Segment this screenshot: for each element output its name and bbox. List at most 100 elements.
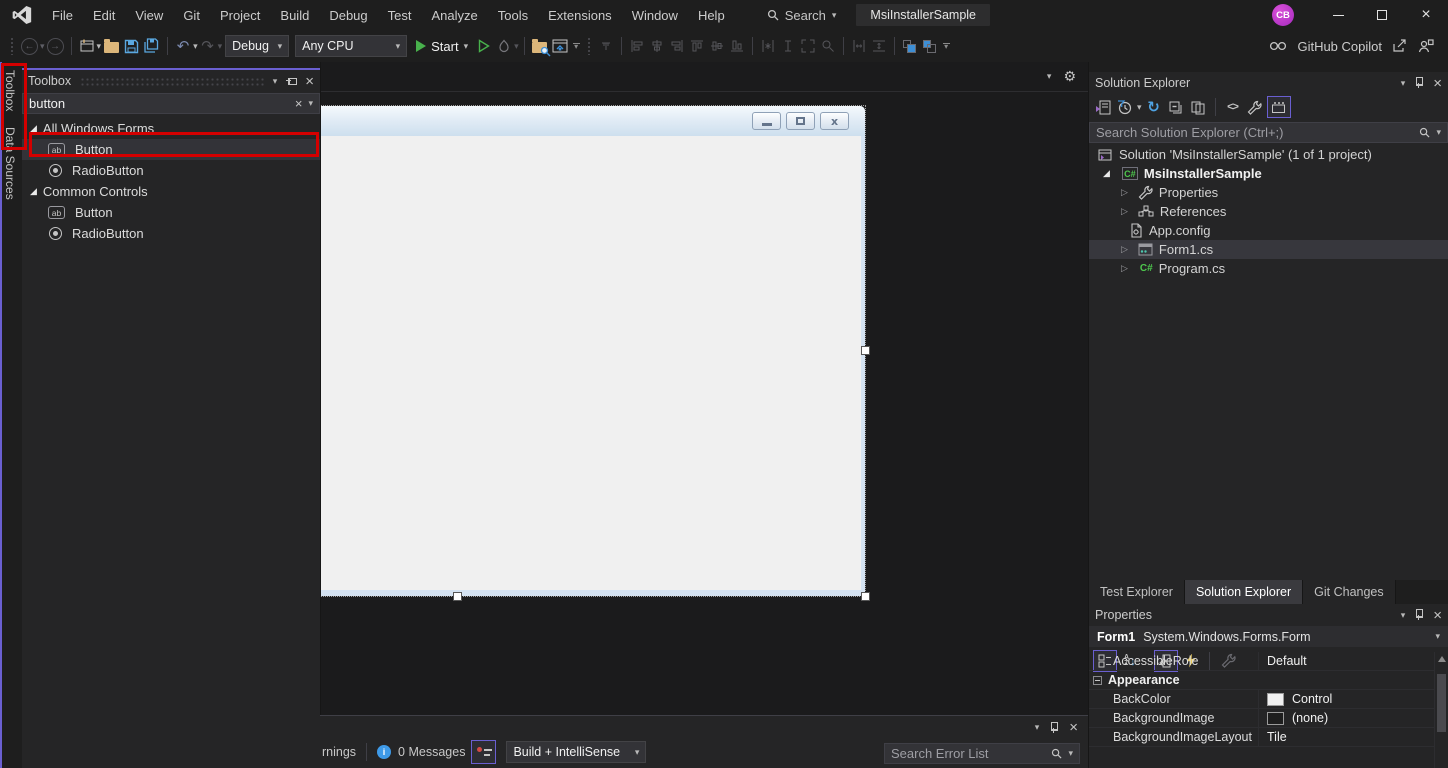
window-position-icon[interactable]: ▾	[1401, 79, 1406, 88]
new-project-button[interactable]	[77, 34, 97, 58]
properties-button[interactable]	[1245, 95, 1265, 119]
menu-project[interactable]: Project	[210, 4, 270, 27]
pending-changes-filter-button[interactable]	[1115, 95, 1135, 119]
toolbox-item-radiobutton-2[interactable]: RadioButton	[22, 223, 320, 244]
solution-name-badge[interactable]: MsiInstallerSample	[856, 4, 990, 26]
start-without-debugging-button[interactable]	[474, 34, 494, 58]
collapse-all-button[interactable]	[1166, 95, 1186, 119]
switch-views-button[interactable]	[1093, 95, 1113, 119]
window-position-icon[interactable]: ▾	[1035, 723, 1040, 732]
close-icon[interactable]: ×	[1069, 720, 1078, 735]
pin-icon[interactable]	[285, 76, 297, 86]
close-icon[interactable]: ×	[1433, 76, 1442, 91]
start-debugging-button[interactable]: Start ▾	[410, 39, 474, 54]
menu-edit[interactable]: Edit	[83, 4, 125, 27]
menu-debug[interactable]: Debug	[319, 4, 377, 27]
undo-button[interactable]: ↶	[173, 34, 193, 58]
scrollbar-thumb[interactable]	[1437, 674, 1446, 732]
category-row-appearance[interactable]: Appearance	[1089, 671, 1448, 690]
expander-collapsed-icon[interactable]: ▷	[1121, 263, 1128, 274]
property-row-backcolor[interactable]: BackColor Control	[1089, 690, 1448, 709]
toolbox-group-all-windows-forms[interactable]: ◢ All Windows Forms	[22, 118, 320, 139]
expander-open-icon[interactable]: ◢	[30, 123, 37, 134]
tree-node-project[interactable]: ◢ C# MsiInstallerSample	[1089, 164, 1448, 183]
design-form[interactable]: x	[320, 106, 865, 596]
pin-icon[interactable]	[1414, 77, 1424, 89]
property-row-accessiblerole[interactable]: AccessibleRole Default	[1089, 652, 1448, 671]
chevron-down-icon[interactable]: ▾	[308, 99, 313, 108]
menu-build[interactable]: Build	[270, 4, 319, 27]
sidebar-tab-toolbox[interactable]: Toolbox	[0, 62, 20, 119]
pin-icon[interactable]	[1414, 609, 1424, 621]
tree-node-program[interactable]: ▷ C# Program.cs	[1089, 259, 1448, 278]
resize-handle-right[interactable]	[861, 346, 870, 355]
error-list-search-input[interactable]	[891, 746, 1045, 761]
form-minimize-button[interactable]	[752, 112, 781, 130]
toolbox-group-common-controls[interactable]: ◢ Common Controls	[22, 181, 320, 202]
tree-node-properties[interactable]: ▷ Properties	[1089, 183, 1448, 202]
properties-object-combo[interactable]: Form1 System.Windows.Forms.Form ▾	[1089, 626, 1448, 647]
menu-file[interactable]: File	[42, 4, 83, 27]
properties-scrollbar[interactable]	[1434, 652, 1448, 768]
tab-git-changes[interactable]: Git Changes	[1303, 580, 1395, 604]
menu-git[interactable]: Git	[173, 4, 210, 27]
menu-help[interactable]: Help	[688, 4, 735, 27]
window-close-button[interactable]: ×	[1404, 0, 1448, 30]
filter-messages-button[interactable]	[471, 740, 496, 764]
account-avatar[interactable]: CB	[1272, 4, 1294, 26]
property-value[interactable]: Tile	[1259, 730, 1448, 744]
form-client-area[interactable]	[320, 136, 861, 590]
panel-drag-texture[interactable]	[80, 77, 264, 86]
menu-test[interactable]: Test	[378, 4, 422, 27]
error-source-combo[interactable]: Build + IntelliSense▾	[506, 741, 646, 763]
filter-dropdown-icon[interactable]: ▾	[1137, 103, 1142, 112]
menu-window[interactable]: Window	[622, 4, 688, 27]
solution-platform-combo[interactable]: Any CPU▾	[295, 35, 407, 57]
share-icon[interactable]	[1392, 39, 1408, 53]
window-position-icon[interactable]: ▾	[1401, 611, 1406, 620]
solution-explorer-search-input[interactable]	[1096, 125, 1413, 140]
toolbar-grip[interactable]	[10, 37, 15, 55]
property-value[interactable]: (none)	[1292, 711, 1328, 725]
property-value[interactable]: Default	[1259, 654, 1448, 668]
toolbar-grip[interactable]	[587, 37, 592, 55]
find-in-files-button[interactable]	[530, 34, 550, 58]
toolbox-search-box[interactable]: × ▾	[22, 93, 320, 114]
save-button[interactable]	[121, 34, 141, 58]
tree-node-solution[interactable]: Solution 'MsiInstallerSample' (1 of 1 pr…	[1089, 145, 1448, 164]
global-search-button[interactable]: Search ▾	[757, 5, 847, 26]
tree-node-references[interactable]: ▷ References	[1089, 202, 1448, 221]
tab-test-explorer[interactable]: Test Explorer	[1089, 580, 1185, 604]
chevron-down-icon[interactable]: ▾	[1068, 749, 1073, 758]
view-designer-button[interactable]	[1267, 96, 1291, 118]
property-row-backgroundimage[interactable]: BackgroundImage (none)	[1089, 709, 1448, 728]
gear-icon[interactable]: ⚙	[1063, 69, 1076, 85]
expander-collapsed-icon[interactable]: ▷	[1121, 187, 1128, 198]
form-close-button[interactable]: x	[820, 112, 849, 130]
preview-selected-items-button[interactable]	[1188, 95, 1208, 119]
window-position-icon[interactable]: ▾	[273, 77, 278, 86]
toolbox-search-input[interactable]	[29, 96, 289, 111]
close-icon[interactable]: ×	[305, 74, 314, 89]
sidebar-tab-data-sources[interactable]: Data Sources	[0, 119, 20, 208]
solution-configuration-combo[interactable]: Debug▾	[225, 35, 289, 57]
tree-node-form1[interactable]: ▷ Form1.cs	[1089, 240, 1448, 259]
sync-with-active-document-button[interactable]	[550, 34, 570, 58]
tree-node-appconfig[interactable]: App.config	[1089, 221, 1448, 240]
window-minimize-button[interactable]	[1316, 0, 1360, 30]
window-maximize-button[interactable]	[1360, 0, 1404, 30]
toolbar-overflow-button[interactable]: ▾	[940, 43, 953, 49]
toolbar-overflow-button[interactable]: ▾	[570, 43, 583, 49]
toolbox-item-button-2[interactable]: ab Button	[22, 202, 320, 223]
property-value[interactable]: Control	[1292, 692, 1332, 706]
start-dropdown-icon[interactable]: ▾	[464, 42, 469, 51]
scroll-up-icon[interactable]	[1438, 656, 1446, 662]
warnings-count-clipped[interactable]: rnings	[322, 745, 356, 759]
expander-collapsed-icon[interactable]: ▷	[1121, 244, 1128, 255]
resize-handle-bottom[interactable]	[453, 592, 462, 601]
solution-explorer-search-box[interactable]: ▾	[1089, 122, 1448, 143]
collapse-category-icon[interactable]	[1093, 676, 1102, 685]
toolbox-item-button[interactable]: ab Button	[22, 139, 320, 160]
copilot-label[interactable]: GitHub Copilot	[1297, 39, 1382, 54]
expander-open-icon[interactable]: ◢	[30, 186, 37, 197]
